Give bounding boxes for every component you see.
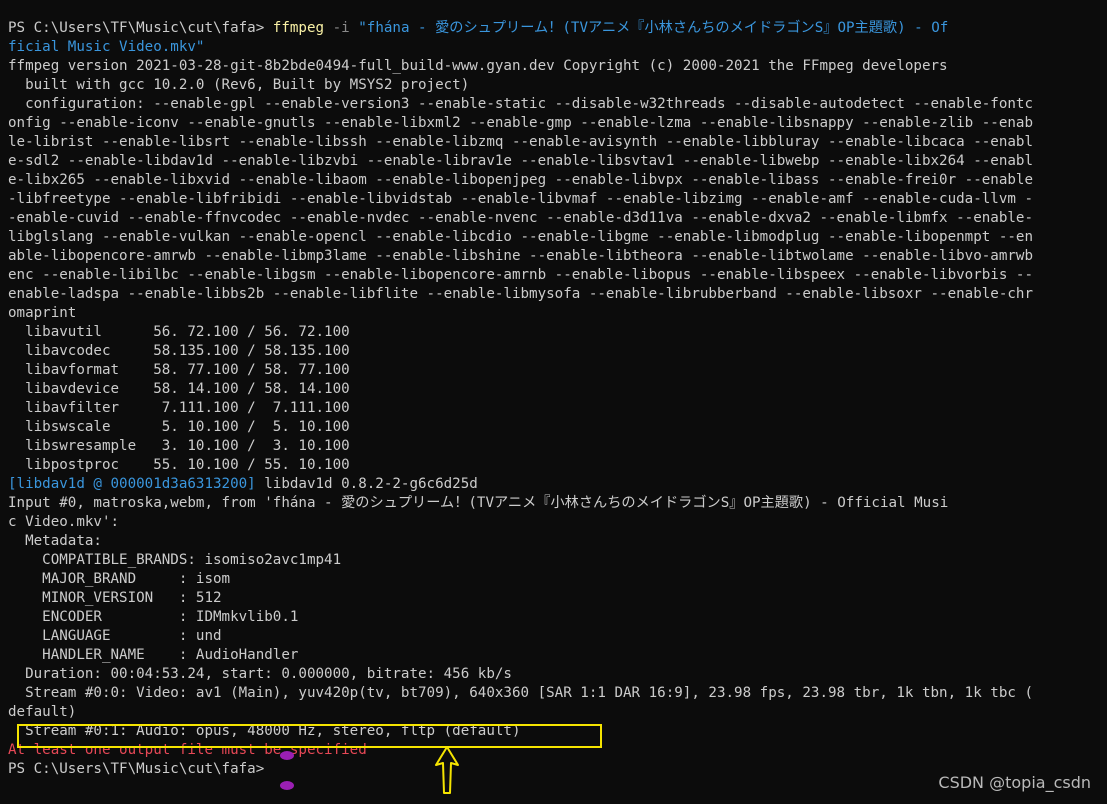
input-info-line: HANDLER_NAME : AudioHandler: [8, 647, 299, 663]
output-line: -enable-cuvid --enable-ffnvcodec --enabl…: [8, 210, 1033, 226]
output-line: built with gcc 10.2.0 (Rev6, Built by MS…: [8, 77, 470, 93]
input-info-line: default): [8, 704, 77, 720]
input-info-line: Metadata:: [8, 533, 102, 549]
output-line: enc --enable-libilbc --enable-libgsm --e…: [8, 267, 1033, 283]
terminal-window[interactable]: PS C:\Users\TF\Music\cut\fafa> ffmpeg -i…: [0, 0, 1107, 804]
input-info-line: Stream #0:0: Video: av1 (Main), yuv420p(…: [8, 685, 1033, 701]
output-line: libavformat 58. 77.100 / 58. 77.100: [8, 362, 350, 378]
input-info-line: ENCODER : IDMmkvlib0.1: [8, 609, 299, 625]
highlight-annotation-box: [17, 724, 602, 748]
log-message: libdav1d 0.8.2-2-g6c6d25d: [255, 476, 478, 492]
ffmpeg-banner-output: ffmpeg version 2021-03-28-git-8b2bde0494…: [8, 57, 1107, 475]
command-line-2: ficial Music Video.mkv": [8, 39, 205, 55]
prompt: PS C:\Users\TF\Music\cut\fafa>: [8, 20, 265, 36]
log-tag: [libdav1d @ 000001d3a6313200]: [8, 476, 256, 492]
command-argument: "fhána - 愛のシュプリーム！(TVアニメ『小林さんちのメイドラゴンS』O…: [358, 20, 949, 36]
input-info-line: LANGUAGE : und: [8, 628, 222, 644]
output-line: libavdevice 58. 14.100 / 58. 14.100: [8, 381, 350, 397]
output-line: libswresample 3. 10.100 / 3. 10.100: [8, 438, 350, 454]
cursor-marker-icon: [280, 781, 294, 790]
output-line: libglslang --enable-vulkan --enable-open…: [8, 229, 1033, 245]
output-line: ffmpeg version 2021-03-28-git-8b2bde0494…: [8, 58, 948, 74]
command-flag: -i: [332, 20, 350, 36]
input-info-output: Input #0, matroska,webm, from 'fhána - 愛…: [8, 494, 1107, 741]
input-info-line: c Video.mkv':: [8, 514, 120, 530]
output-line: enable-ladspa --enable-libbs2b --enable-…: [8, 286, 1033, 302]
up-arrow-icon: [435, 746, 459, 794]
command-name: ffmpeg: [272, 20, 325, 36]
output-line: omaprint: [8, 305, 77, 321]
output-line: libavutil 56. 72.100 / 56. 72.100: [8, 324, 350, 340]
dav1d-line: [libdav1d @ 000001d3a6313200] libdav1d 0…: [8, 475, 1107, 494]
input-info-line: MAJOR_BRAND : isom: [8, 571, 231, 587]
output-line: libswscale 5. 10.100 / 5. 10.100: [8, 419, 350, 435]
input-info-line: Input #0, matroska,webm, from 'fhána - 愛…: [8, 495, 949, 511]
output-line: libavfilter 7.111.100 / 7.111.100: [8, 400, 350, 416]
output-line: e-sdl2 --enable-libdav1d --enable-libzvb…: [8, 153, 1033, 169]
output-line: libavcodec 58.135.100 / 58.135.100: [8, 343, 350, 359]
input-info-line: MINOR_VERSION : 512: [8, 590, 222, 606]
output-line: e-libx265 --enable-libxvid --enable-liba…: [8, 172, 1033, 188]
output-line: -libfreetype --enable-libfribidi --enabl…: [8, 191, 1033, 207]
output-line: configuration: --enable-gpl --enable-ver…: [8, 96, 1033, 112]
input-info-line: Duration: 00:04:53.24, start: 0.000000, …: [8, 666, 512, 682]
watermark: CSDN @topia_csdn: [938, 773, 1091, 792]
output-line: onfig --enable-iconv --enable-gnutls --e…: [8, 115, 1033, 131]
output-line: le-librist --enable-libsrt --enable-libs…: [8, 134, 1033, 150]
output-line: able-libopencore-amrwb --enable-libmp3la…: [8, 248, 1033, 264]
command-line-1: PS C:\Users\TF\Music\cut\fafa> ffmpeg -i…: [8, 19, 1107, 38]
input-info-line: COMPATIBLE_BRANDS: isomiso2avc1mp41: [8, 552, 342, 568]
cursor-marker-icon: [280, 751, 294, 760]
output-line: libpostproc 55. 10.100 / 55. 10.100: [8, 457, 350, 473]
